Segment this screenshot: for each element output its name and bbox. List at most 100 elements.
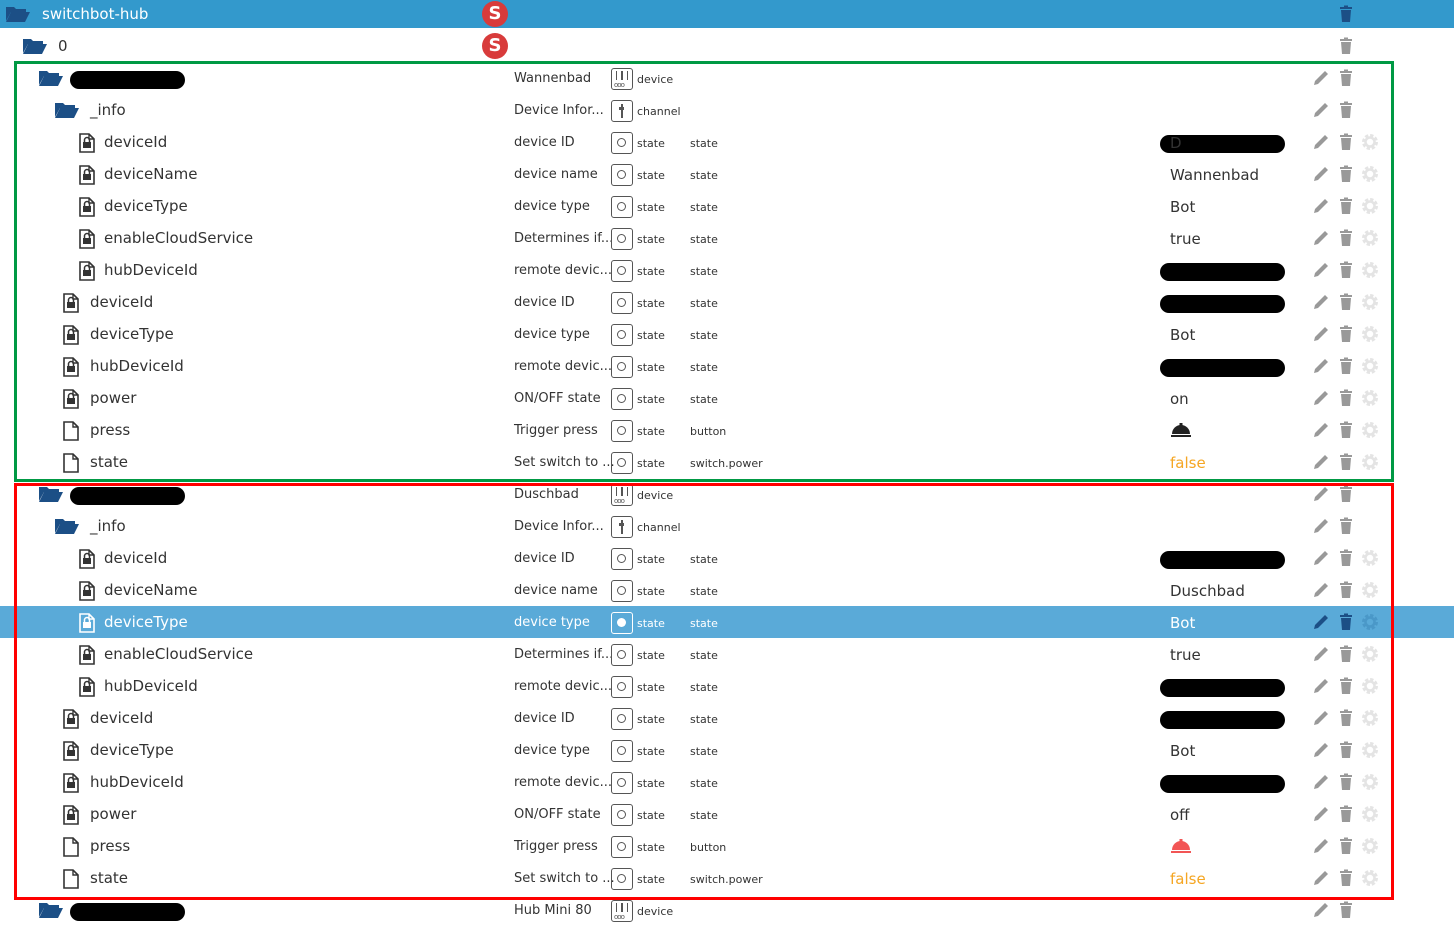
gear-icon[interactable]	[1361, 805, 1379, 823]
file-lock-icon[interactable]	[77, 549, 101, 569]
edit-icon[interactable]	[1312, 357, 1330, 375]
trash-icon[interactable]	[1337, 133, 1355, 151]
trash-icon[interactable]	[1337, 357, 1355, 375]
file-icon[interactable]	[61, 421, 85, 441]
file-lock-icon[interactable]	[61, 805, 85, 825]
trash-icon[interactable]	[1337, 581, 1355, 599]
trash-icon[interactable]	[1337, 805, 1355, 823]
gear-icon[interactable]	[1361, 389, 1379, 407]
gear-icon[interactable]	[1361, 165, 1379, 183]
edit-icon[interactable]	[1312, 261, 1330, 279]
trash-icon[interactable]	[1337, 677, 1355, 695]
gear-icon[interactable]	[1361, 293, 1379, 311]
tree-row[interactable]: deviceType device type state state Bot	[0, 734, 1454, 766]
file-icon[interactable]	[61, 453, 85, 473]
trash-icon[interactable]	[1337, 485, 1355, 503]
tree-row[interactable]: state Set switch to ... state switch.power f…	[0, 862, 1454, 894]
trash-icon[interactable]	[1337, 709, 1355, 727]
trash-icon[interactable]	[1337, 389, 1355, 407]
gear-icon[interactable]	[1361, 421, 1379, 439]
edit-icon[interactable]	[1312, 165, 1330, 183]
object-value[interactable]: Duschbad	[1170, 582, 1245, 600]
edit-icon[interactable]	[1312, 485, 1330, 503]
tree-row[interactable]: deviceType device type state state Bot	[0, 190, 1454, 222]
trash-icon[interactable]	[1337, 901, 1355, 919]
edit-icon[interactable]	[1312, 773, 1330, 791]
gear-icon[interactable]	[1361, 325, 1379, 343]
file-lock-icon[interactable]	[77, 677, 101, 697]
file-icon[interactable]	[61, 869, 85, 889]
edit-icon[interactable]	[1312, 293, 1330, 311]
file-lock-icon[interactable]	[77, 197, 101, 217]
edit-icon[interactable]	[1312, 517, 1330, 535]
object-value[interactable]: true	[1170, 646, 1201, 664]
tree-row[interactable]: 0S	[0, 30, 1454, 62]
gear-icon[interactable]	[1361, 613, 1379, 631]
edit-icon[interactable]	[1312, 101, 1330, 119]
edit-icon[interactable]	[1312, 389, 1330, 407]
object-value[interactable]: Bot	[1170, 742, 1195, 760]
object-value[interactable]: Wannenbad	[1170, 166, 1259, 184]
edit-icon[interactable]	[1312, 453, 1330, 471]
folder-open-icon[interactable]	[54, 101, 79, 119]
tree-row[interactable]: hubDeviceId remote devic... state state	[0, 350, 1454, 382]
trash-icon[interactable]	[1337, 549, 1355, 567]
object-value[interactable]: D	[1170, 134, 1182, 152]
trash-icon[interactable]	[1337, 293, 1355, 311]
tree-row[interactable]: deviceId device ID state state D	[0, 126, 1454, 158]
gear-icon[interactable]	[1361, 645, 1379, 663]
tree-row[interactable]: Wannenbad ooo device	[0, 62, 1454, 94]
file-lock-icon[interactable]	[61, 741, 85, 761]
tree-row[interactable]: deviceId device ID state state	[0, 542, 1454, 574]
trash-icon[interactable]	[1337, 37, 1355, 55]
object-value[interactable]: Bot	[1170, 198, 1195, 216]
edit-icon[interactable]	[1312, 421, 1330, 439]
gear-icon[interactable]	[1361, 581, 1379, 599]
edit-icon[interactable]	[1312, 677, 1330, 695]
trash-icon[interactable]	[1337, 517, 1355, 535]
trash-icon[interactable]	[1337, 869, 1355, 887]
edit-icon[interactable]	[1312, 709, 1330, 727]
tree-row[interactable]: _info Device Infor... channel	[0, 510, 1454, 542]
edit-icon[interactable]	[1312, 805, 1330, 823]
file-lock-icon[interactable]	[61, 773, 85, 793]
file-lock-icon[interactable]	[77, 581, 101, 601]
tree-row[interactable]: _info Device Infor... channel	[0, 94, 1454, 126]
trash-icon[interactable]	[1337, 645, 1355, 663]
tree-row[interactable]: deviceType device type state state Bot	[0, 606, 1454, 638]
tree-row[interactable]: enableCloudService Determines if... state s…	[0, 638, 1454, 670]
folder-open-icon[interactable]	[38, 485, 63, 503]
edit-icon[interactable]	[1312, 613, 1330, 631]
object-value[interactable]: false	[1170, 454, 1206, 472]
gear-icon[interactable]	[1361, 133, 1379, 151]
object-value[interactable]: true	[1170, 230, 1201, 248]
gear-icon[interactable]	[1361, 549, 1379, 567]
folder-open-icon[interactable]	[54, 517, 79, 535]
trash-icon[interactable]	[1337, 229, 1355, 247]
tree-row[interactable]: press Trigger press state button	[0, 830, 1454, 862]
trash-icon[interactable]	[1337, 837, 1355, 855]
tree-row[interactable]: deviceName device name state state Wannenbad	[0, 158, 1454, 190]
gear-icon[interactable]	[1361, 357, 1379, 375]
trash-icon[interactable]	[1337, 453, 1355, 471]
tree-row[interactable]: enableCloudService Determines if... state s…	[0, 222, 1454, 254]
tree-row[interactable]: deviceId device ID state state	[0, 702, 1454, 734]
trash-icon[interactable]	[1337, 69, 1355, 87]
edit-icon[interactable]	[1312, 549, 1330, 567]
tree-row[interactable]: power ON/OFF state state state off	[0, 798, 1454, 830]
file-lock-icon[interactable]	[61, 389, 85, 409]
trash-icon[interactable]	[1337, 773, 1355, 791]
file-lock-icon[interactable]	[77, 133, 101, 153]
edit-icon[interactable]	[1312, 69, 1330, 87]
edit-icon[interactable]	[1312, 869, 1330, 887]
gear-icon[interactable]	[1361, 677, 1379, 695]
file-lock-icon[interactable]	[77, 613, 101, 633]
file-lock-icon[interactable]	[61, 709, 85, 729]
tree-row[interactable]: deviceType device type state state Bot	[0, 318, 1454, 350]
file-lock-icon[interactable]	[61, 293, 85, 313]
edit-icon[interactable]	[1312, 133, 1330, 151]
gear-icon[interactable]	[1361, 453, 1379, 471]
trash-icon[interactable]	[1337, 741, 1355, 759]
gear-icon[interactable]	[1361, 197, 1379, 215]
tree-row[interactable]: Hub Mini 80 ooo device	[0, 894, 1454, 926]
